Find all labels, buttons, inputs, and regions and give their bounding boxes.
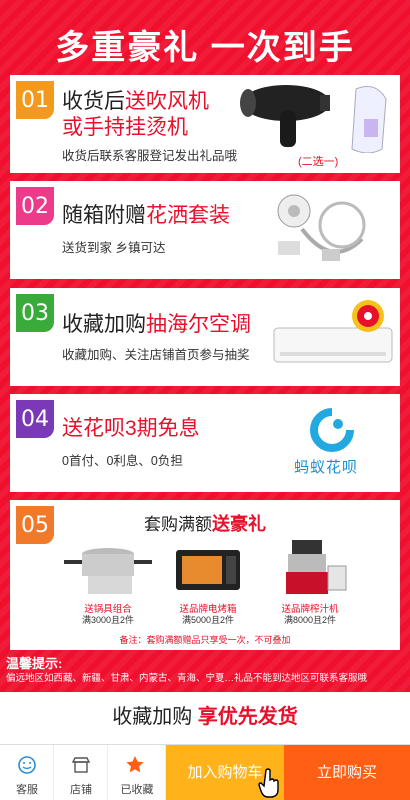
gift-title-plain: 随箱附赠	[62, 204, 146, 227]
gift-title-highlight: 抽海尔空调	[146, 313, 251, 336]
collect-banner: 收藏加购 享优先发货	[0, 692, 410, 742]
gift-subtitle: 收货后联系客服登记发出礼品哦	[62, 149, 238, 163]
gift-title-highlight: 花洒套装	[146, 204, 230, 227]
store-button[interactable]: 店铺	[54, 745, 108, 800]
bonus-product-condition: 满3000且2件	[81, 615, 135, 625]
gift-title-highlight: 送吹风机	[125, 90, 209, 113]
bonus-product-caption: 送锅具组合 满3000且2件	[60, 604, 156, 626]
gift-number-badge: 02	[16, 187, 54, 225]
gift-card-4: 04 送花呗3期免息 0首付、0利息、0负担 蚂蚁花呗	[10, 394, 400, 492]
store-icon	[71, 757, 91, 773]
huabei-logo-text: 蚂蚁花呗	[294, 459, 359, 476]
juicer-image	[286, 540, 347, 594]
customer-service-button[interactable]: 客服	[0, 745, 54, 800]
gift-subtitle: 收藏加购、关注店铺首页参与抽奖	[62, 348, 250, 362]
buy-now-button[interactable]: 立即购买	[284, 745, 410, 800]
bonus-product: 送品牌榨汁机 满8000且2件	[262, 536, 358, 626]
bonus-product-caption: 送品牌电烤箱 满5000且2件	[160, 604, 256, 626]
hair-dryer-and-steamer-image	[240, 85, 387, 153]
bonus-product-name: 送品牌榨汁机	[281, 604, 339, 615]
bonus-product-name: 送锅具组合	[84, 604, 132, 615]
bonus-product-condition: 满8000且2件	[283, 615, 337, 625]
gift-number-badge: 01	[16, 81, 54, 119]
collect-highlight: 享优先发货	[197, 706, 298, 728]
gift-title-plain: 套购满额	[144, 515, 212, 534]
gift-card-3: 03 收藏加购抽海尔空调 收藏加购、关注店铺首页参与抽奖	[10, 288, 400, 386]
bonus-product-name: 送品牌电烤箱	[179, 604, 237, 615]
hand-cursor-icon	[258, 768, 279, 798]
promo-banner: 多重豪礼 一次到手 01 收货后送吹风机 或手持挂烫机 收货后联系客服登记发出礼…	[0, 0, 410, 692]
star-icon	[126, 756, 144, 773]
gift-title: 套购满额送豪礼	[10, 510, 400, 536]
bonus-product: 送锅具组合 满3000且2件	[60, 536, 156, 626]
gift-title-plain: 收藏加购	[62, 313, 146, 336]
tips-text: 偏远地区如西藏、新疆、甘肃、内蒙古、青海、宁夏…礼品不能到达地区可联系客服哦	[6, 673, 368, 684]
bonus-product-condition: 满5000且2件	[181, 615, 235, 625]
bottom-action-bar: 客服 店铺 已收藏 加入购物车 立即购买	[0, 744, 410, 800]
gift-title-line2: 或手持挂烫机	[62, 116, 188, 139]
air-conditioner-image	[273, 300, 393, 363]
bonus-note: 备注：套购满额赠品只享受一次，不可叠加	[119, 635, 291, 645]
huabei-logo-icon	[310, 408, 354, 452]
gift-card-1: 01 收货后送吹风机 或手持挂烫机 收货后联系客服登记发出礼品哦 (二选一)	[10, 75, 400, 173]
gift-title: 收藏加购抽海尔空调	[62, 312, 251, 338]
bonus-product-caption: 送品牌榨汁机 满8000且2件	[262, 604, 358, 626]
favorite-label: 已收藏	[120, 784, 154, 796]
gift-title: 收货后送吹风机	[62, 89, 209, 115]
chat-smile-icon	[18, 756, 36, 774]
gift-title-highlight: 送豪礼	[212, 514, 266, 534]
gift-card-5: 05 套购满额送豪礼 送锅具组合 满3000且2件 送品牌电烤箱 满5000且2…	[10, 500, 400, 650]
bonus-product: 送品牌电烤箱 满5000且2件	[160, 536, 256, 626]
gift-subtitle: 0首付、0利息、0负担	[62, 454, 183, 468]
collect-plain: 收藏加购	[112, 706, 193, 728]
oven-image	[176, 550, 240, 590]
gift-title: 随箱附赠花洒套装	[62, 203, 230, 229]
gift-caption: (二选一)	[298, 156, 339, 168]
gift-number-badge: 03	[16, 294, 54, 332]
promo-headline: 多重豪礼 一次到手	[55, 29, 355, 67]
gift-title-plain: 收货后	[62, 90, 125, 113]
gift-card-2: 02 随箱附赠花洒套装 送货到家 乡镇可达	[10, 181, 400, 279]
gift-number-badge: 04	[16, 400, 54, 438]
customer-service-label: 客服	[16, 784, 38, 796]
store-label: 店铺	[70, 784, 92, 796]
favorite-button[interactable]: 已收藏	[108, 745, 166, 800]
cookware-image	[64, 548, 152, 594]
gift-subtitle: 送货到家 乡镇可达	[62, 241, 166, 255]
shower-set-image	[277, 194, 366, 261]
gift-title-highlight: 送花呗3期免息	[62, 417, 200, 440]
